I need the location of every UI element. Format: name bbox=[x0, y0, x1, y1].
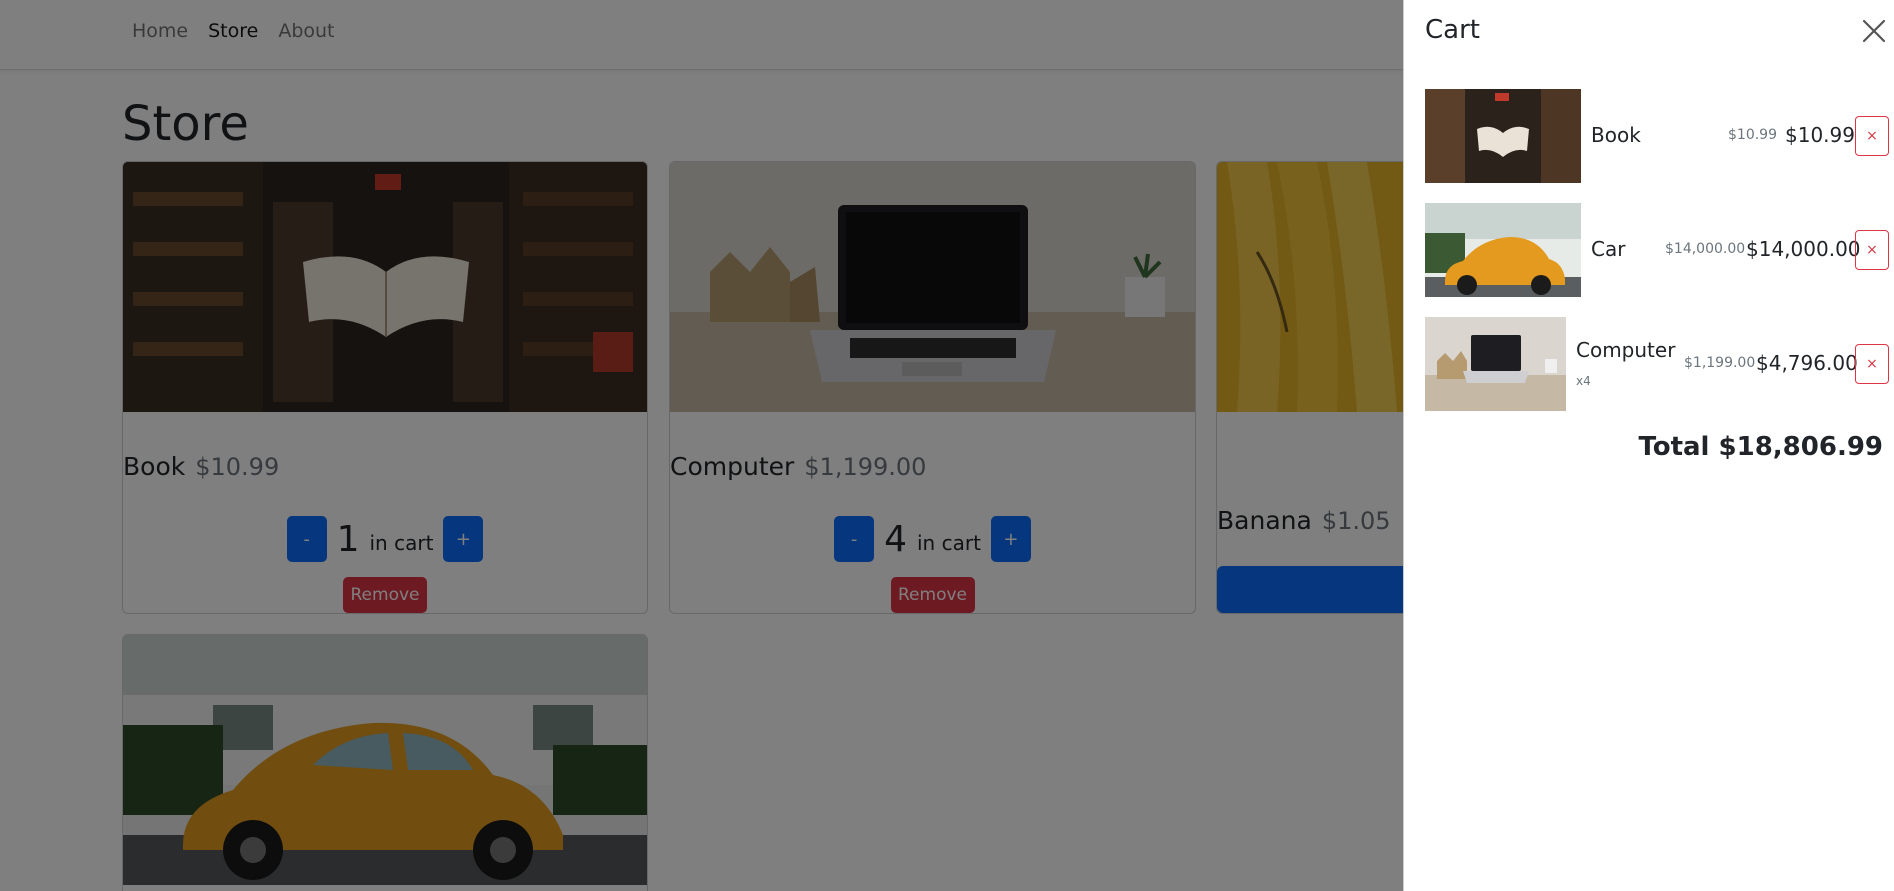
cart-item-name: Car bbox=[1591, 237, 1626, 261]
cart-title: Cart bbox=[1425, 15, 1480, 45]
cart-item-name: Book bbox=[1591, 123, 1641, 147]
cart-item: Car $14,000.00 $14,000.00 × bbox=[1425, 203, 1889, 299]
cart-item-remove-button[interactable]: × bbox=[1855, 230, 1889, 270]
cart-item-thumbnail bbox=[1425, 317, 1566, 411]
cart-item-quantity: x4 bbox=[1576, 374, 1591, 388]
cart-item-remove-button[interactable]: × bbox=[1855, 116, 1889, 156]
cart-item-subtotal: $14,000.00 bbox=[1746, 237, 1861, 261]
cart-item-unit-price: $10.99 bbox=[1728, 127, 1777, 143]
cart-item-name: Computer bbox=[1576, 338, 1676, 362]
cart-item-subtotal: $10.99 bbox=[1785, 123, 1855, 147]
cart-item-unit-price: $1,199.00 bbox=[1684, 355, 1756, 371]
cart-panel: Cart Book $10.99 $10.99 × Car $14,000.00… bbox=[1403, 0, 1894, 891]
close-icon[interactable] bbox=[1860, 14, 1888, 48]
cart-item-thumbnail bbox=[1425, 89, 1581, 183]
cart-item-subtotal: $4,796.00 bbox=[1756, 351, 1858, 375]
cart-total: Total $18,806.99 bbox=[1638, 432, 1883, 462]
cart-item-remove-button[interactable]: × bbox=[1855, 344, 1889, 384]
cart-item-unit-price: $14,000.00 bbox=[1665, 241, 1746, 257]
cart-item: Computer x4 $1,199.00 $4,796.00 × bbox=[1425, 317, 1889, 413]
cart-item-thumbnail bbox=[1425, 203, 1581, 297]
cart-item: Book $10.99 $10.99 × bbox=[1425, 89, 1889, 185]
